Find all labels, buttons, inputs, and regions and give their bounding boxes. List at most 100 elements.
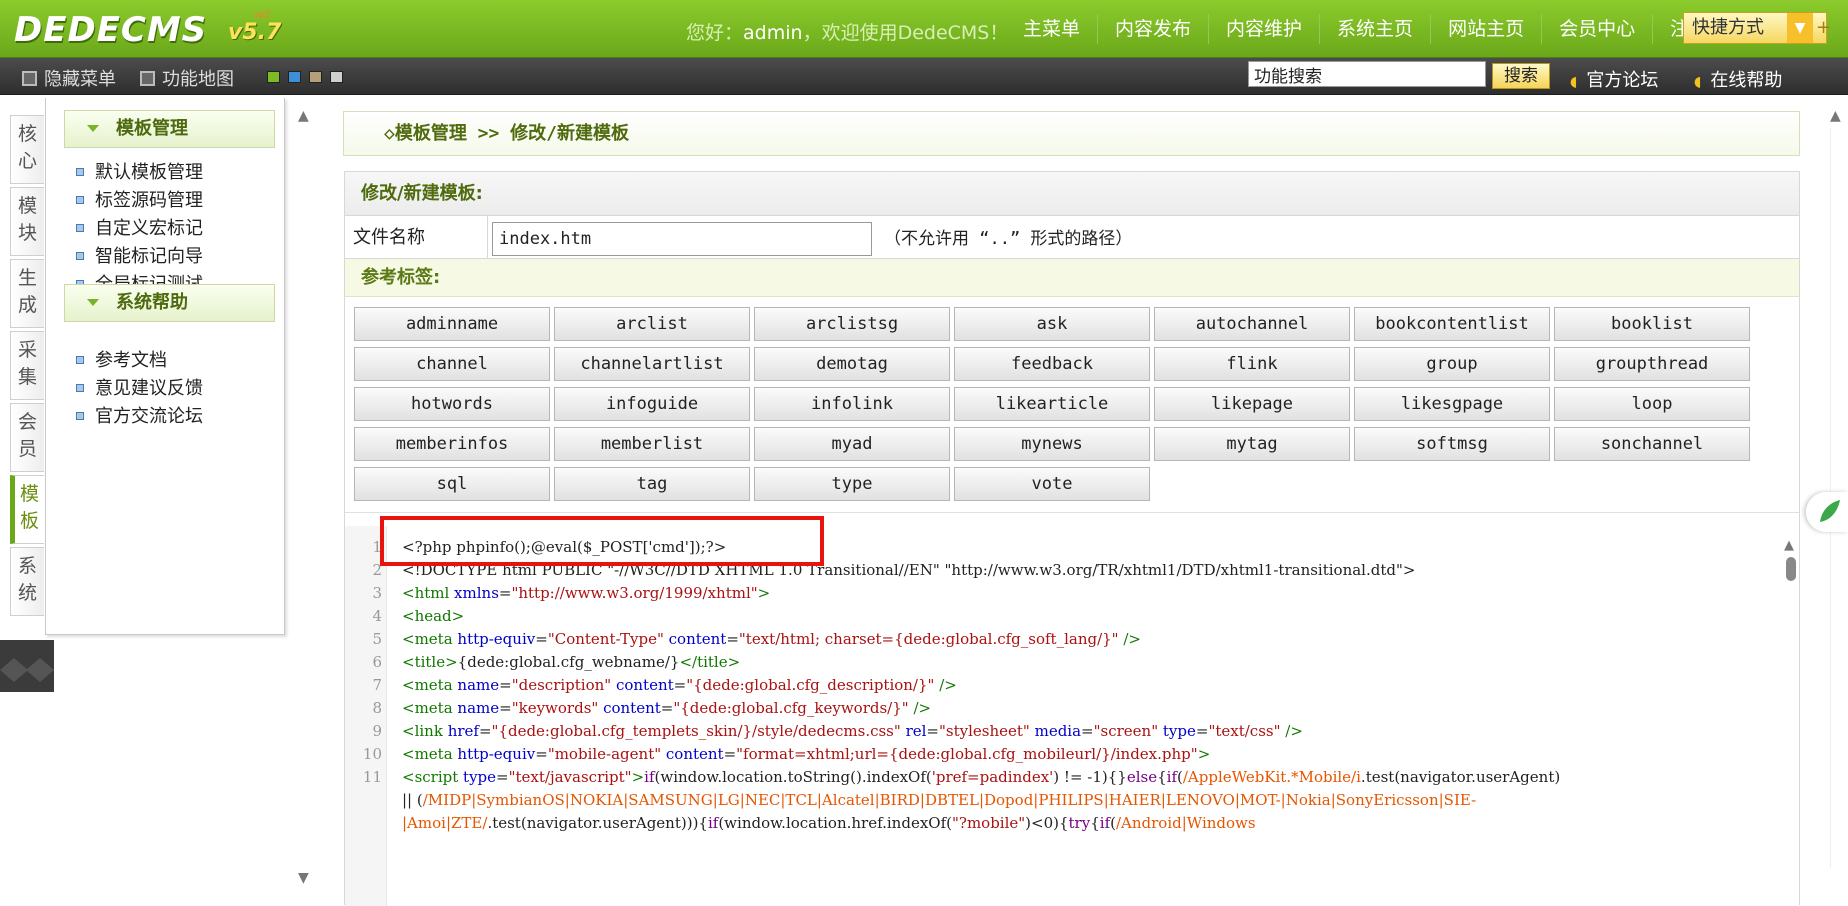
tag-button-group[interactable]: group [1354,347,1550,381]
tag-button-channelartlist[interactable]: channelartlist [554,347,750,381]
tag-button-type[interactable]: type [754,467,950,501]
tag-button-tag[interactable]: tag [554,467,750,501]
code-line-11: <script type="text/javascript">if(window… [402,766,1560,789]
nav-member-center[interactable]: 会员中心 [1542,14,1654,44]
editor-scroll-thumb[interactable] [1786,557,1796,581]
quick-menu-button[interactable]: 快捷方式 ▼ + [1683,12,1831,44]
sidetab-template[interactable]: 模板 [10,475,44,544]
sidebar-scroll-up-icon[interactable]: ▲ [298,108,309,124]
code-token: "http://www.w3.org/1999/xhtml" [511,584,758,602]
tag-button-mytag[interactable]: mytag [1154,427,1350,461]
plus-icon[interactable]: + [1816,13,1831,43]
code-token: )<0){ [1025,814,1069,832]
function-map-button[interactable]: 功能地图 [140,65,234,91]
tag-button-vote[interactable]: vote [954,467,1150,501]
reference-tags-grid: adminname arclist arclistsg ask autochannel b… [354,307,1754,507]
nav-system-home[interactable]: 系统主页 [1320,14,1432,44]
line-number: 4 [372,607,382,625]
tag-button-myad[interactable]: myad [754,427,950,461]
code-token: "?mobile" [952,814,1026,832]
tag-button-ask[interactable]: ask [954,307,1150,341]
menu-item-reference-docs[interactable]: 参考文档 [76,348,167,374]
nav-content-maintain[interactable]: 内容维护 [1209,14,1321,44]
menu-item-smart-tag-wizard[interactable]: 智能标记向导 [76,244,203,270]
nav-site-home[interactable]: 网站主页 [1431,14,1543,44]
tag-button-loop[interactable]: loop [1554,387,1750,421]
chevron-down-icon[interactable]: ▼ [1787,13,1813,43]
code-token: rel [905,722,927,740]
nav-main-menu[interactable]: 主菜单 [1006,14,1099,44]
dedecms-logo: DEDECMS [14,10,208,50]
sidebar-scroll-down-icon[interactable]: ▼ [298,870,309,886]
line-number: 5 [372,630,382,648]
tag-button-sonchannel[interactable]: sonchannel [1554,427,1750,461]
search-button[interactable]: 搜索 [1492,63,1550,89]
code-token: "text/html; charset={dede:global.cfg_sof… [738,630,1124,648]
tag-button-flink[interactable]: flink [1154,347,1350,381]
sidetab-collect[interactable]: 采集 [10,331,44,400]
menu-item-tag-source[interactable]: 标签源码管理 [76,188,203,214]
tag-button-memberlist[interactable]: memberlist [554,427,750,461]
menu-item-official-forum[interactable]: 官方交流论坛 [76,404,203,430]
code-token: "description" [511,676,616,694]
menu-item-custom-macro[interactable]: 自定义宏标记 [76,216,203,242]
line-number: 6 [372,653,382,671]
line-number: 8 [372,699,382,717]
triangle-down-icon [87,125,99,132]
sidetab-module[interactable]: 模块 [10,187,44,256]
tag-button-memberinfos[interactable]: memberinfos [354,427,550,461]
official-forum-label: 官方论坛 [1586,70,1659,91]
tag-button-feedback[interactable]: feedback [954,347,1150,381]
tag-button-softmsg[interactable]: softmsg [1354,427,1550,461]
code-token: "{dede:global.cfg_keywords/}" [673,699,914,717]
code-token: content [603,699,661,717]
tag-button-channel[interactable]: channel [354,347,550,381]
editor-scroll-up-icon[interactable]: ▲ [1784,538,1798,553]
code-token: <html [402,584,455,602]
tag-button-groupthread[interactable]: groupthread [1554,347,1750,381]
tag-button-sql[interactable]: sql [354,467,550,501]
tag-button-booklist[interactable]: booklist [1554,307,1750,341]
sidetab-system[interactable]: 系统 [10,547,44,616]
tag-button-likepage[interactable]: likepage [1154,387,1350,421]
skin-blue-swatch[interactable] [288,71,301,83]
sidetab-member[interactable]: 会员 [10,403,44,472]
menu-item-feedback[interactable]: 意见建议反馈 [76,376,203,402]
code-editor[interactable]: 1 2 3 4 5 6 7 8 9 10 11 <?php phpinfo();… [345,526,1799,906]
tag-button-hotwords[interactable]: hotwords [354,387,550,421]
tag-button-demotag[interactable]: demotag [754,347,950,381]
menu-group-template-manage[interactable]: 模板管理 [64,110,275,148]
tag-button-adminname[interactable]: adminname [354,307,550,341]
tag-button-infoguide[interactable]: infoguide [554,387,750,421]
tag-button-likearticle[interactable]: likearticle [954,387,1150,421]
skin-green-swatch[interactable] [267,71,280,83]
skin-brown-swatch[interactable] [309,71,322,83]
tag-button-mynews[interactable]: mynews [954,427,1150,461]
assistant-widget[interactable] [1806,492,1848,532]
page-scroll-up-icon[interactable]: ▲ [1830,108,1846,124]
menu-item-default-template[interactable]: 默认模板管理 [76,160,203,186]
code-token: if [707,814,719,832]
filename-input[interactable] [492,222,872,256]
code-token: > [757,584,771,602]
nav-content-publish[interactable]: 内容发布 [1098,14,1210,44]
online-help-link[interactable]: ◖ 在线帮助 [1694,66,1782,92]
tag-button-likesgpage[interactable]: likesgpage [1354,387,1550,421]
function-search-input[interactable] [1248,61,1486,87]
skin-gray-swatch[interactable] [330,71,343,83]
official-forum-link[interactable]: ◖ 官方论坛 [1570,66,1658,92]
tag-button-bookcontentlist[interactable]: bookcontentlist [1354,307,1550,341]
tag-button-autochannel[interactable]: autochannel [1154,307,1350,341]
menu-group-system-help[interactable]: 系统帮助 [64,284,275,322]
online-help-label: 在线帮助 [1710,70,1783,91]
hide-menu-button[interactable]: 隐藏菜单 [22,65,116,91]
code-token: = [496,768,509,786]
tag-button-arclistsg[interactable]: arclistsg [754,307,950,341]
code-token: name [457,699,500,717]
editor-scrollbar[interactable]: ▲ [1784,538,1798,894]
code-line-8: <meta name="keywords" content="{dede:glo… [402,697,931,720]
sidetab-core[interactable]: 核心 [10,115,44,184]
tag-button-infolink[interactable]: infolink [754,387,950,421]
sidetab-generate[interactable]: 生成 [10,259,44,328]
tag-button-arclist[interactable]: arclist [554,307,750,341]
